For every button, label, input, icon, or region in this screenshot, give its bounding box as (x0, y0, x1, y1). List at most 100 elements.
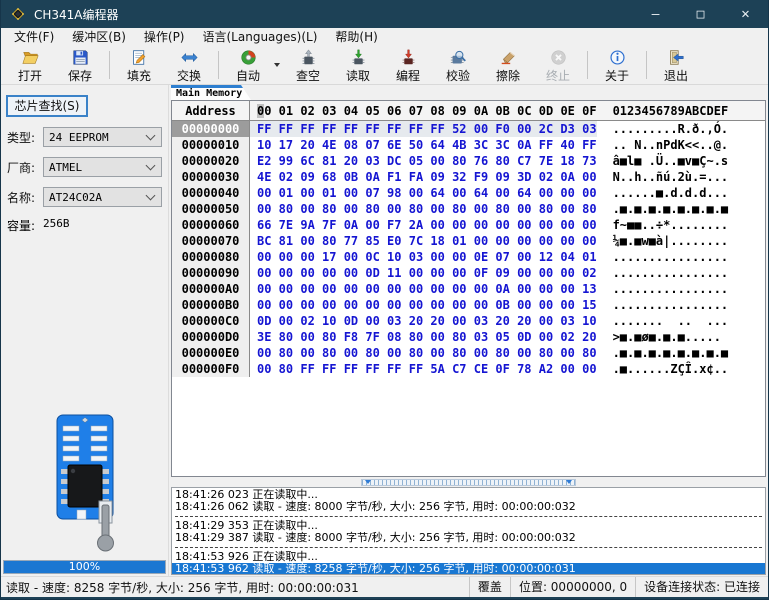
row-ascii[interactable]: â■l■ .Ü..■v■Ç~.s (613, 153, 729, 169)
status-overwrite: 覆盖 (469, 577, 510, 597)
app-window: CH341A编程器 – □ ✕ 文件(F)缓冲区(B)操作(P)语言(Langu… (0, 0, 769, 600)
row-ascii[interactable]: >■.■ø■.■.■..... (613, 329, 729, 345)
row-ascii[interactable]: .. N..nPdK<<..@. (613, 137, 729, 153)
log-line[interactable]: 18:41:26 062 读取 - 速度: 8000 字节/秒, 大小: 256… (172, 501, 765, 513)
title-bar: CH341A编程器 – □ ✕ (1, 0, 768, 28)
row-ascii[interactable]: N..h..ñú.2ù.=... (613, 169, 729, 185)
row-ascii[interactable]: ....... .. ... (613, 313, 729, 329)
toolbar-button-5[interactable]: 查空 (283, 47, 333, 84)
row-hex-bytes[interactable]: 4E 02 09 68 0B 0A F1 FA 09 32 F9 09 3D 0… (250, 169, 597, 185)
hex-row[interactable]: 000000F000 80 FF FF FF FF FF FF 5A C7 CE… (172, 361, 765, 377)
status-device-connection: 设备连接状态: 已连接 (635, 577, 768, 597)
vendor-select[interactable]: ATMEL (43, 157, 162, 177)
stop-icon (550, 49, 567, 69)
row-hex-bytes[interactable]: 00 00 00 00 00 0D 11 00 00 00 0F 09 00 0… (250, 265, 597, 281)
minimize-button[interactable]: – (633, 0, 678, 28)
hex-row[interactable]: 00000020E2 99 6C 81 20 03 DC 05 00 80 76… (172, 153, 765, 169)
address-column-header: Address (172, 101, 250, 120)
toolbar-button-0[interactable]: 打开 (5, 47, 55, 84)
hex-row[interactable]: 0000005000 80 00 80 00 80 00 80 00 80 00… (172, 201, 765, 217)
row-hex-bytes[interactable]: 3E 80 00 80 F8 7F 08 80 00 80 03 05 0D 0… (250, 329, 597, 345)
toolbar-button-12[interactable]: 退出 (651, 47, 701, 84)
menu-item-0[interactable]: 文件(F) (5, 28, 63, 46)
hex-row[interactable]: 00000070BC 81 00 80 77 85 E0 7C 18 01 00… (172, 233, 765, 249)
row-ascii[interactable]: ¼■.■w■à|........ (613, 233, 729, 249)
toolbar-separator (646, 51, 647, 79)
toolbar-button-1[interactable]: 保存 (55, 47, 105, 84)
toolbar-button-label: 打开 (18, 70, 42, 83)
row-hex-bytes[interactable]: 00 00 00 00 00 00 00 00 00 00 00 0A 00 0… (250, 281, 597, 297)
row-hex-bytes[interactable]: 00 00 00 00 00 00 00 00 00 00 00 0B 00 0… (250, 297, 597, 313)
row-address: 000000F0 (172, 361, 250, 377)
programmer-socket-image (25, 413, 145, 556)
toolbar-button-label: 查空 (296, 70, 320, 83)
menu-item-4[interactable]: 帮助(H) (326, 28, 386, 46)
row-address: 00000040 (172, 185, 250, 201)
auto-icon (240, 49, 257, 69)
verify-icon (450, 49, 467, 69)
hex-row[interactable]: 00000000FF FF FF FF FF FF FF FF FF 52 00… (172, 121, 765, 137)
toolbar-button-7[interactable]: 编程 (383, 47, 433, 84)
name-label: 名称: (7, 189, 43, 206)
toolbar-button-3[interactable]: 交换 (164, 47, 214, 84)
hex-row[interactable]: 0000008000 00 00 17 00 0C 10 03 00 00 0E… (172, 249, 765, 265)
row-hex-bytes[interactable]: 66 7E 9A 7F 0A 00 F7 2A 00 00 00 00 00 0… (250, 217, 597, 233)
hex-row[interactable]: 0000001010 17 20 4E 08 07 6E 50 64 4B 3C… (172, 137, 765, 153)
row-ascii[interactable]: ................ (613, 281, 729, 297)
menu-item-1[interactable]: 缓冲区(B) (63, 28, 135, 46)
row-ascii[interactable]: ................ (613, 297, 729, 313)
type-select[interactable]: 24 EEPROM (43, 127, 162, 147)
row-ascii[interactable]: .........R.ð.,Ó. (613, 121, 729, 137)
row-hex-bytes[interactable]: 0D 00 02 10 0D 00 03 20 20 00 03 20 20 0… (250, 313, 597, 329)
hex-row[interactable]: 0000004000 01 00 01 00 07 98 00 64 00 64… (172, 185, 765, 201)
log-line[interactable]: 18:41:53 962 读取 - 速度: 8258 字节/秒, 大小: 256… (172, 563, 765, 575)
row-hex-bytes[interactable]: 00 80 FF FF FF FF FF FF 5A C7 CE 0F 78 A… (250, 361, 597, 377)
row-ascii[interactable]: .■......ZÇÎ.x¢.. (613, 361, 729, 377)
about-icon (609, 49, 626, 69)
row-ascii[interactable]: .■.■.■.■.■.■.■.■ (613, 201, 729, 217)
toolbar-button-6[interactable]: 读取 (333, 47, 383, 84)
row-ascii[interactable]: ......■.d.d.d... (613, 185, 729, 201)
hex-row[interactable]: 000000A000 00 00 00 00 00 00 00 00 00 00… (172, 281, 765, 297)
row-hex-bytes[interactable]: E2 99 6C 81 20 03 DC 05 00 80 76 80 C7 7… (250, 153, 597, 169)
row-address: 000000C0 (172, 313, 250, 329)
toolbar-button-8[interactable]: 校验 (433, 47, 483, 84)
row-ascii[interactable]: .■.■.■.■.■.■.■.■ (613, 345, 729, 361)
row-ascii[interactable]: f~■■..÷*........ (613, 217, 729, 233)
hex-row[interactable]: 000000E000 80 00 80 00 80 00 80 00 80 00… (172, 345, 765, 361)
name-select[interactable]: AT24C02A (43, 187, 162, 207)
hex-row[interactable]: 000000D03E 80 00 80 F8 7F 08 80 00 80 03… (172, 329, 765, 345)
close-button[interactable]: ✕ (723, 0, 768, 28)
row-hex-bytes[interactable]: 00 80 00 80 00 80 00 80 00 80 00 80 00 8… (250, 201, 597, 217)
menu-bar: 文件(F)缓冲区(B)操作(P)语言(Languages)(L)帮助(H) (1, 28, 768, 46)
exit-icon (668, 49, 685, 69)
row-hex-bytes[interactable]: 10 17 20 4E 08 07 6E 50 64 4B 3C 3C 0A F… (250, 137, 597, 153)
row-hex-bytes[interactable]: 00 00 00 17 00 0C 10 03 00 00 0E 07 00 1… (250, 249, 597, 265)
hex-row[interactable]: 0000009000 00 00 00 00 0D 11 00 00 00 0F… (172, 265, 765, 281)
row-ascii[interactable]: ................ (613, 249, 729, 265)
toolbar-button-2[interactable]: 填充 (114, 47, 164, 84)
maximize-button[interactable]: □ (678, 0, 723, 28)
row-address: 00000060 (172, 217, 250, 233)
chip-search-button[interactable]: 芯片查找(S) (6, 95, 88, 117)
tab-main-memory[interactable]: Main Memory (171, 85, 251, 100)
app-icon (10, 6, 26, 22)
hex-row[interactable]: 000000C00D 00 02 10 0D 00 03 20 20 00 03… (172, 313, 765, 329)
menu-item-3[interactable]: 语言(Languages)(L) (194, 28, 327, 46)
splitter-handle[interactable] (361, 479, 576, 486)
hex-row[interactable]: 0000006066 7E 9A 7F 0A 00 F7 2A 00 00 00… (172, 217, 765, 233)
auto-dropdown-button[interactable] (271, 50, 283, 80)
hex-row[interactable]: 000000B000 00 00 00 00 00 00 00 00 00 00… (172, 297, 765, 313)
row-hex-bytes[interactable]: FF FF FF FF FF FF FF FF FF 52 00 F0 00 2… (250, 121, 597, 137)
menu-item-2[interactable]: 操作(P) (135, 28, 194, 46)
row-hex-bytes[interactable]: BC 81 00 80 77 85 E0 7C 18 01 00 00 00 0… (250, 233, 597, 249)
toolbar-button-9[interactable]: 擦除 (483, 47, 533, 84)
row-hex-bytes[interactable]: 00 80 00 80 00 80 00 80 00 80 00 80 00 8… (250, 345, 597, 361)
toolbar-button-4[interactable]: 自动 (223, 47, 273, 84)
log-line[interactable]: 18:41:29 387 读取 - 速度: 8000 字节/秒, 大小: 256… (172, 532, 765, 544)
toolbar-button-label: 填充 (127, 70, 151, 83)
toolbar-button-11[interactable]: 关于 (592, 47, 642, 84)
row-hex-bytes[interactable]: 00 01 00 01 00 07 98 00 64 00 64 00 64 0… (250, 185, 597, 201)
row-ascii[interactable]: ................ (613, 265, 729, 281)
hex-row[interactable]: 000000304E 02 09 68 0B 0A F1 FA 09 32 F9… (172, 169, 765, 185)
